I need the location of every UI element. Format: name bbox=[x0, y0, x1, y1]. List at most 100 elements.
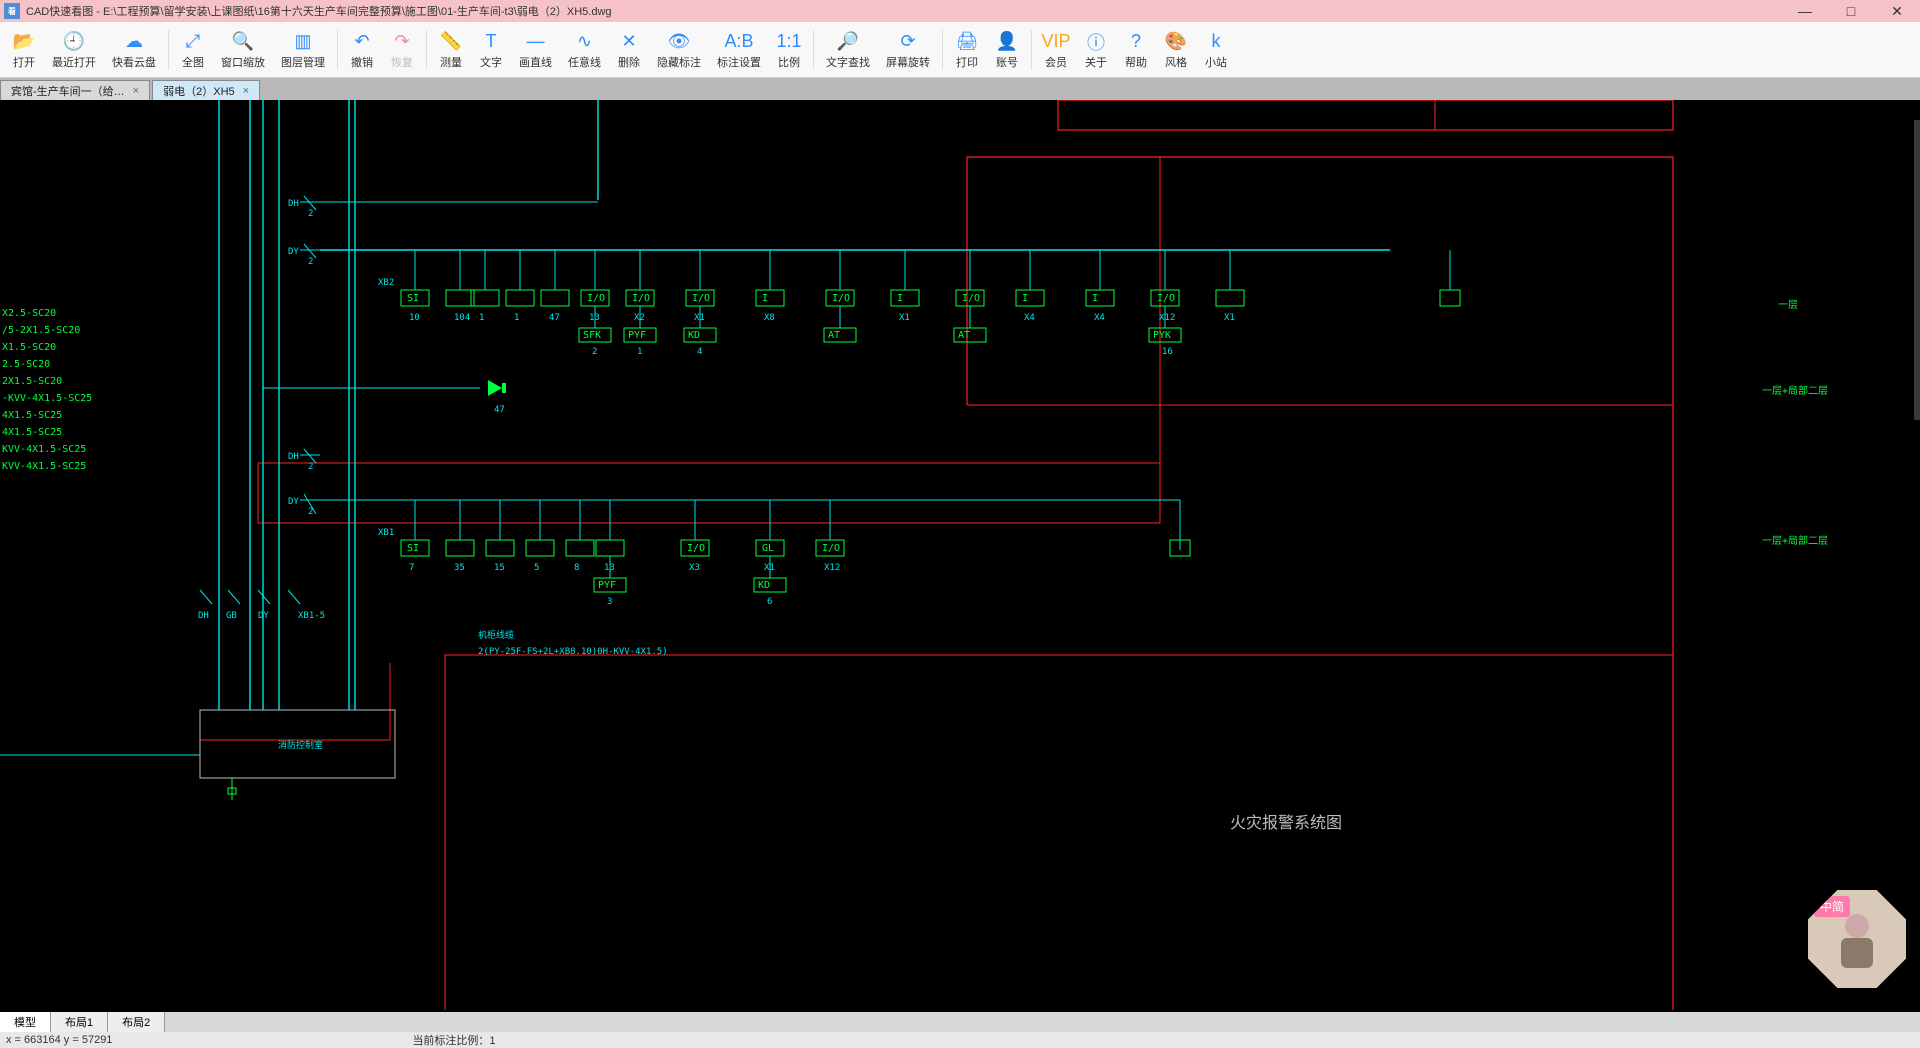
tool-关于[interactable]: ⓘ关于 bbox=[1076, 28, 1116, 72]
tool-删除[interactable]: ✕删除 bbox=[609, 28, 649, 72]
svg-text:47: 47 bbox=[494, 405, 505, 415]
floor-label-2: 一层+局部二层 bbox=[1762, 384, 1828, 397]
tool-标注设置[interactable]: A:B标注设置 bbox=[709, 28, 769, 72]
close-icon[interactable]: × bbox=[133, 85, 139, 97]
toolbar: 📂打开🕘最近打开☁快看云盘⤢全图🔍窗口缩放▥图层管理↶撤销↷恢复📏测量T文字—画… bbox=[0, 22, 1920, 78]
svg-text:PYF: PYF bbox=[628, 330, 646, 341]
file-tab[interactable]: 弱电（2）XH5× bbox=[152, 80, 260, 100]
mcc-title: 机柜线缆 bbox=[478, 629, 514, 641]
tool-最近打开[interactable]: 🕘最近打开 bbox=[44, 28, 104, 72]
floor-label-3: 一层+局部二层 bbox=[1762, 534, 1828, 547]
tool-比例[interactable]: 1:1比例 bbox=[769, 28, 809, 72]
breaker-dy1: DY 2 bbox=[288, 244, 320, 267]
tool-会员[interactable]: VIP会员 bbox=[1036, 28, 1076, 72]
svg-text:SFK: SFK bbox=[583, 330, 601, 341]
close-icon[interactable]: × bbox=[243, 85, 249, 97]
svg-text:KVV-4X1.5-SC25: KVV-4X1.5-SC25 bbox=[2, 444, 86, 455]
svg-text:I: I bbox=[762, 293, 768, 304]
svg-text:I/O: I/O bbox=[692, 293, 710, 304]
coords-readout: x = 663164 y = 57291 bbox=[6, 1034, 112, 1046]
svg-text:2: 2 bbox=[308, 209, 313, 219]
svg-text:DY: DY bbox=[288, 497, 299, 507]
svg-text:I/O: I/O bbox=[1157, 293, 1175, 304]
svg-text:2: 2 bbox=[592, 347, 597, 357]
breaker-dh1: DH 2 bbox=[288, 196, 320, 219]
bottom-breakers: DH GB DY XB1-5 bbox=[198, 590, 325, 621]
svg-text:SI: SI bbox=[407, 543, 419, 554]
svg-text:2: 2 bbox=[308, 462, 313, 472]
svg-text:6: 6 bbox=[767, 597, 772, 607]
tool-账号[interactable]: 👤账号 bbox=[987, 28, 1027, 72]
svg-text:KD: KD bbox=[688, 330, 700, 341]
tool-隐藏标注[interactable]: 👁隐藏标注 bbox=[649, 28, 709, 72]
svg-text:X3: X3 bbox=[689, 563, 700, 573]
svg-text:I/O: I/O bbox=[832, 293, 850, 304]
删除-icon: ✕ bbox=[617, 30, 641, 54]
svg-text:2: 2 bbox=[308, 257, 313, 267]
图层管理-icon: ▥ bbox=[291, 30, 315, 54]
svg-text:5: 5 bbox=[534, 563, 539, 573]
svg-text:4X1.5-SC25: 4X1.5-SC25 bbox=[2, 427, 62, 438]
layout-tab-布局1[interactable]: 布局1 bbox=[51, 1012, 108, 1032]
tool-撤销[interactable]: ↶撤销 bbox=[342, 28, 382, 72]
tool-屏幕旋转[interactable]: ⟳屏幕旋转 bbox=[878, 28, 938, 72]
minimize-button[interactable]: — bbox=[1782, 0, 1828, 22]
scroll-indicator[interactable] bbox=[1914, 120, 1920, 420]
svg-text:X12: X12 bbox=[824, 563, 840, 573]
svg-text:X1: X1 bbox=[694, 313, 705, 323]
tool-图层管理[interactable]: ▥图层管理 bbox=[273, 28, 333, 72]
tool-快看云盘[interactable]: ☁快看云盘 bbox=[104, 28, 164, 72]
layout-tab-布局2[interactable]: 布局2 bbox=[108, 1012, 165, 1032]
任意线-icon: ∿ bbox=[573, 30, 597, 54]
tool-打印[interactable]: 🖨打印 bbox=[947, 28, 987, 72]
tool-文字查找[interactable]: 🔎文字查找 bbox=[818, 28, 878, 72]
测量-icon: 📏 bbox=[439, 30, 463, 54]
drawing-canvas[interactable]: DH 2 DY 2 XB2 SI101041147I/O13I/OX2I/OX1… bbox=[0, 100, 1920, 1012]
svg-text:1: 1 bbox=[514, 313, 519, 323]
svg-text:I/O: I/O bbox=[687, 543, 705, 554]
svg-text:KVV-4X1.5-SC25: KVV-4X1.5-SC25 bbox=[2, 461, 86, 472]
layout-tab-模型[interactable]: 模型 bbox=[0, 1012, 51, 1032]
svg-text:AT: AT bbox=[828, 330, 840, 341]
svg-text:DY: DY bbox=[258, 611, 269, 621]
close-button[interactable]: ✕ bbox=[1874, 0, 1920, 22]
scale-readout: 当前标注比例：1 bbox=[412, 1032, 495, 1048]
mcc-spec: 2(PY-25F-FS+2L+XB8.10)0H-KVV-4X1.5) bbox=[478, 647, 668, 657]
title-bar: 看 CAD快速看图 - E:\工程预算\留学安装\上课图纸\16第十六天生产车间… bbox=[0, 0, 1920, 22]
drawing-title: 火灾报警系统图 bbox=[1230, 814, 1342, 832]
svg-text:I/O: I/O bbox=[587, 293, 605, 304]
tool-画直线[interactable]: —画直线 bbox=[511, 28, 560, 72]
全图-icon: ⤢ bbox=[181, 30, 205, 54]
小站-icon: k bbox=[1204, 30, 1228, 54]
layout-tabs: 模型布局1布局2 bbox=[0, 1012, 1920, 1032]
svg-text:X8: X8 bbox=[764, 313, 775, 323]
tool-全图[interactable]: ⤢全图 bbox=[173, 28, 213, 72]
tool-小站[interactable]: k小站 bbox=[1196, 28, 1236, 72]
tool-文字[interactable]: T文字 bbox=[471, 28, 511, 72]
maximize-button[interactable]: □ bbox=[1828, 0, 1874, 22]
打开-icon: 📂 bbox=[12, 30, 36, 54]
文字查找-icon: 🔎 bbox=[836, 30, 860, 54]
撤销-icon: ↶ bbox=[350, 30, 374, 54]
tool-窗口缩放[interactable]: 🔍窗口缩放 bbox=[213, 28, 273, 72]
file-tab[interactable]: 宾馆-生产车间一（给…× bbox=[0, 80, 150, 100]
tool-任意线[interactable]: ∿任意线 bbox=[560, 28, 609, 72]
tool-恢复[interactable]: ↷恢复 bbox=[382, 28, 422, 72]
比例-icon: 1:1 bbox=[777, 30, 801, 54]
tool-帮助[interactable]: ?帮助 bbox=[1116, 28, 1156, 72]
svg-text:PYF: PYF bbox=[598, 580, 616, 591]
tool-测量[interactable]: 📏测量 bbox=[431, 28, 471, 72]
svg-text:GL: GL bbox=[762, 543, 774, 554]
svg-text:DH: DH bbox=[288, 452, 299, 462]
tool-风格[interactable]: 🎨风格 bbox=[1156, 28, 1196, 72]
svg-text:16: 16 bbox=[1162, 347, 1173, 357]
svg-text:X4: X4 bbox=[1024, 313, 1035, 323]
svg-text:X12: X12 bbox=[1159, 313, 1175, 323]
svg-text:7: 7 bbox=[409, 563, 414, 573]
svg-text:X4: X4 bbox=[1094, 313, 1105, 323]
svg-text:10: 10 bbox=[409, 313, 420, 323]
svg-text:3: 3 bbox=[607, 597, 612, 607]
tool-打开[interactable]: 📂打开 bbox=[4, 28, 44, 72]
svg-text:PYK: PYK bbox=[1153, 330, 1171, 341]
文字-icon: T bbox=[479, 30, 503, 54]
